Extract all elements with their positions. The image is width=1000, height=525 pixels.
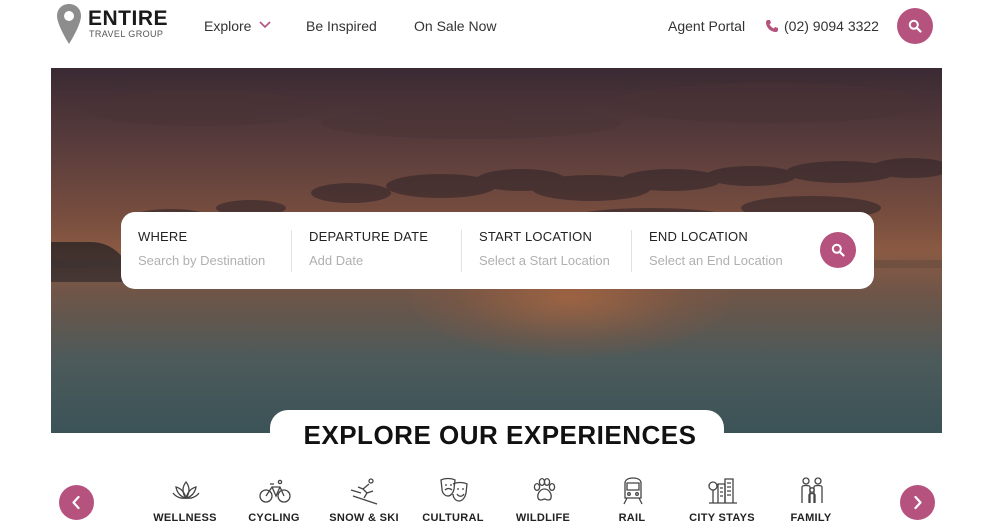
search-icon bbox=[831, 243, 845, 257]
start-location-input[interactable] bbox=[479, 253, 629, 269]
phone-number[interactable]: (02) 9094 3322 bbox=[784, 17, 879, 35]
experience-label: CULTURAL bbox=[422, 512, 484, 524]
explore-experiences-title: EXPLORE OUR EXPERIENCES bbox=[303, 420, 697, 450]
experience-wellness[interactable]: WELLNESS bbox=[140, 474, 230, 525]
site-header: ENTIRE TRAVEL GROUP Explore Be Inspired … bbox=[0, 0, 1000, 60]
search-submit-button[interactable] bbox=[820, 232, 856, 268]
experience-cycling[interactable]: CYCLING bbox=[229, 474, 319, 525]
end-location-input[interactable] bbox=[649, 253, 799, 269]
trip-search-panel: WHERE DEPARTURE DATE START LOCATION END … bbox=[121, 212, 874, 289]
logo-name: ENTIRE bbox=[88, 7, 169, 30]
logo-tagline: TRAVEL GROUP bbox=[89, 29, 164, 39]
family-icon bbox=[801, 477, 823, 503]
bicycle-icon bbox=[259, 479, 291, 503]
experience-city-stays[interactable]: CITY STAYS bbox=[677, 474, 767, 525]
where-field[interactable]: WHERE bbox=[121, 212, 291, 289]
train-icon bbox=[623, 477, 643, 505]
chevron-right-icon bbox=[914, 495, 922, 510]
experience-label: RAIL bbox=[618, 512, 646, 524]
nav-on-sale-now[interactable]: On Sale Now bbox=[414, 17, 496, 35]
end-location-field[interactable]: END LOCATION bbox=[631, 229, 801, 272]
experience-family[interactable]: FAMILY bbox=[766, 474, 856, 525]
logo[interactable]: ENTIRE TRAVEL GROUP bbox=[56, 3, 176, 45]
nav-explore[interactable]: Explore bbox=[204, 17, 251, 35]
departure-date-field[interactable]: DEPARTURE DATE bbox=[291, 229, 461, 272]
experience-label: SNOW & SKI bbox=[329, 512, 399, 524]
header-search-button[interactable] bbox=[897, 8, 933, 44]
chevron-left-icon bbox=[72, 495, 80, 510]
start-location-label: START LOCATION bbox=[479, 229, 593, 244]
search-icon bbox=[908, 19, 922, 33]
experience-wildlife[interactable]: WILDLIFE bbox=[498, 474, 588, 525]
experience-cultural[interactable]: CULTURAL bbox=[408, 474, 498, 525]
end-location-label: END LOCATION bbox=[649, 229, 748, 244]
departure-date-label: DEPARTURE DATE bbox=[309, 229, 429, 244]
lotus-icon bbox=[172, 480, 200, 500]
where-label: WHERE bbox=[138, 229, 188, 244]
start-location-field[interactable]: START LOCATION bbox=[461, 229, 631, 272]
experience-label: CITY STAYS bbox=[689, 512, 755, 524]
paw-icon bbox=[533, 477, 556, 501]
skier-icon bbox=[350, 478, 378, 505]
departure-date-input[interactable] bbox=[309, 253, 459, 269]
experience-label: WELLNESS bbox=[153, 512, 217, 524]
phone-icon bbox=[766, 20, 778, 32]
agent-portal-link[interactable]: Agent Portal bbox=[668, 17, 745, 35]
experience-label: FAMILY bbox=[790, 512, 832, 524]
chevron-down-icon[interactable] bbox=[259, 21, 271, 29]
map-pin-icon bbox=[57, 4, 81, 44]
experience-snow-ski[interactable]: SNOW & SKI bbox=[319, 474, 409, 525]
theatre-masks-icon bbox=[440, 477, 468, 502]
city-icon bbox=[708, 478, 737, 504]
experience-rail[interactable]: RAIL bbox=[587, 474, 677, 525]
carousel-next-button[interactable] bbox=[900, 485, 935, 520]
destination-input[interactable] bbox=[138, 253, 288, 269]
experience-label: WILDLIFE bbox=[515, 512, 571, 524]
nav-be-inspired[interactable]: Be Inspired bbox=[306, 17, 377, 35]
experience-label: CYCLING bbox=[248, 512, 300, 524]
carousel-prev-button[interactable] bbox=[59, 485, 94, 520]
